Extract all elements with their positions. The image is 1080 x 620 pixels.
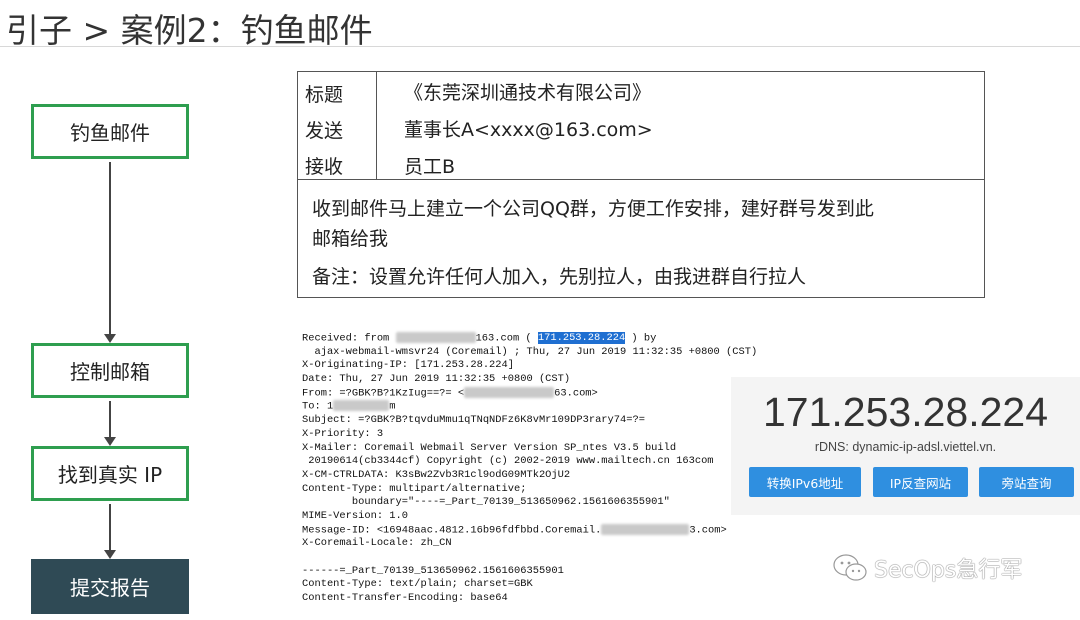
redacted-block (601, 523, 690, 535)
header-line (302, 551, 752, 565)
flow-connector (109, 401, 111, 437)
flow-step-submit-report: 提交报告 (31, 559, 189, 614)
header-line: Content-Type: multipart/alternative; (302, 482, 527, 495)
email-note: 备注：设置允许任何人加入，先别拉人，由我进群自行拉人 (312, 266, 807, 288)
wechat-icon (833, 554, 867, 581)
watermark: SecOps急行军 (832, 552, 1022, 584)
header-line: ajax-webmail-wmsvr24 (Coremail) ; Thu, 2… (302, 345, 758, 358)
header-line: ------=_Part_70139_513650962.15616063559… (302, 564, 564, 577)
flow-connector (109, 162, 111, 334)
header-line: X-Mailer: Coremail Webmail Server Versio… (302, 441, 677, 454)
ip-lookup-panel: 171.253.28.224 rDNS: dynamic-ip-adsl.vie… (731, 377, 1080, 515)
redacted-block (464, 386, 555, 398)
from-value: 董事长A<xxxx@163.com> (404, 119, 653, 141)
header-line: X-CM-CTRLDATA: K3sBw2Zvb3R1cl9odG09MTk2O… (302, 468, 571, 481)
flow-step-label: 提交报告 (70, 576, 150, 600)
header-line: X-Coremail-Locale: zh_CN (302, 537, 452, 550)
redacted-block (333, 400, 390, 412)
convert-ipv6-button[interactable]: 转换IPv6地址 (749, 467, 861, 497)
watermark-text: SecOps急行军 (874, 558, 1023, 583)
highlighted-ip: 171.253.28.224 (537, 332, 626, 345)
header-line: Content-Type: text/plain; charset=GBK (302, 578, 533, 591)
email-body-line: 邮箱给我 (312, 228, 389, 250)
flow-connector (109, 504, 111, 550)
to-value: 员工B (404, 156, 456, 178)
flow-arrow-icon (104, 437, 116, 446)
flow-arrow-icon (104, 334, 116, 343)
header-line: Content-Transfer-Encoding: base64 (302, 592, 508, 605)
header-line: To: 1m (302, 400, 396, 413)
flow-step-phishing-email: 钓鱼邮件 (31, 104, 189, 159)
phishing-email-table: 标题 《东莞深圳通技术有限公司》 发送 董事长A<xxxx@163.com> 接… (297, 71, 985, 298)
ip-address: 171.253.28.224 (763, 389, 1048, 435)
slide-title: 引子 > 案例2：钓鱼邮件 (6, 11, 373, 50)
subject-label: 标题 (305, 84, 344, 106)
flow-step-label: 控制邮箱 (70, 360, 150, 384)
header-line: Received: from 163.com ( 171.253.28.224 … (302, 332, 657, 345)
header-line: boundary="----=_Part_70139_513650962.156… (302, 496, 670, 509)
header-line: X-Originating-IP: [171.253.28.224] (302, 359, 515, 372)
redacted-block (395, 332, 476, 343)
sibling-site-query-button[interactable]: 旁站查询 (979, 467, 1074, 497)
flow-step-find-real-ip: 找到真实 IP (31, 446, 189, 501)
header-column-divider (376, 72, 377, 180)
header-line: Subject: =?GBK?B?tqvduMmu1qTNqNDFz6K8vMr… (302, 414, 645, 427)
flow-step-label: 钓鱼邮件 (70, 121, 150, 145)
header-line: Date: Thu, 27 Jun 2019 11:32:35 +0800 (C… (302, 373, 571, 386)
rdns-text: rDNS: dynamic-ip-adsl.viettel.vn. (814, 440, 997, 454)
header-line: Message-ID: <16948aac.4812.16b96fdfbbd.C… (302, 523, 727, 536)
header-line: X-Priority: 3 (302, 427, 384, 440)
header-line: 20190614(cb3344cf) Copyright (c) 2002-20… (302, 455, 714, 468)
flow-arrow-icon (104, 550, 116, 559)
flow-step-label: 找到真实 IP (57, 463, 163, 487)
flow-step-control-mailbox: 控制邮箱 (31, 343, 189, 398)
header-line: From: =?GBK?B?1KzIug==?= <63.com> (302, 386, 598, 399)
email-body-line: 收到邮件马上建立一个公司QQ群，方便工作安排，建好群号发到此 (312, 198, 874, 220)
email-header: 标题 《东莞深圳通技术有限公司》 发送 董事长A<xxxx@163.com> 接… (298, 72, 984, 180)
to-label: 接收 (305, 156, 344, 178)
from-label: 发送 (305, 120, 344, 142)
raw-email-headers: Received: from 163.com ( 171.253.28.224 … (302, 332, 758, 606)
subject-value: 《东莞深圳通技术有限公司》 (404, 82, 652, 104)
reverse-ip-lookup-button[interactable]: IP反查网站 (873, 467, 968, 497)
header-line: MIME-Version: 1.0 (302, 509, 409, 522)
title-divider (0, 46, 1080, 47)
